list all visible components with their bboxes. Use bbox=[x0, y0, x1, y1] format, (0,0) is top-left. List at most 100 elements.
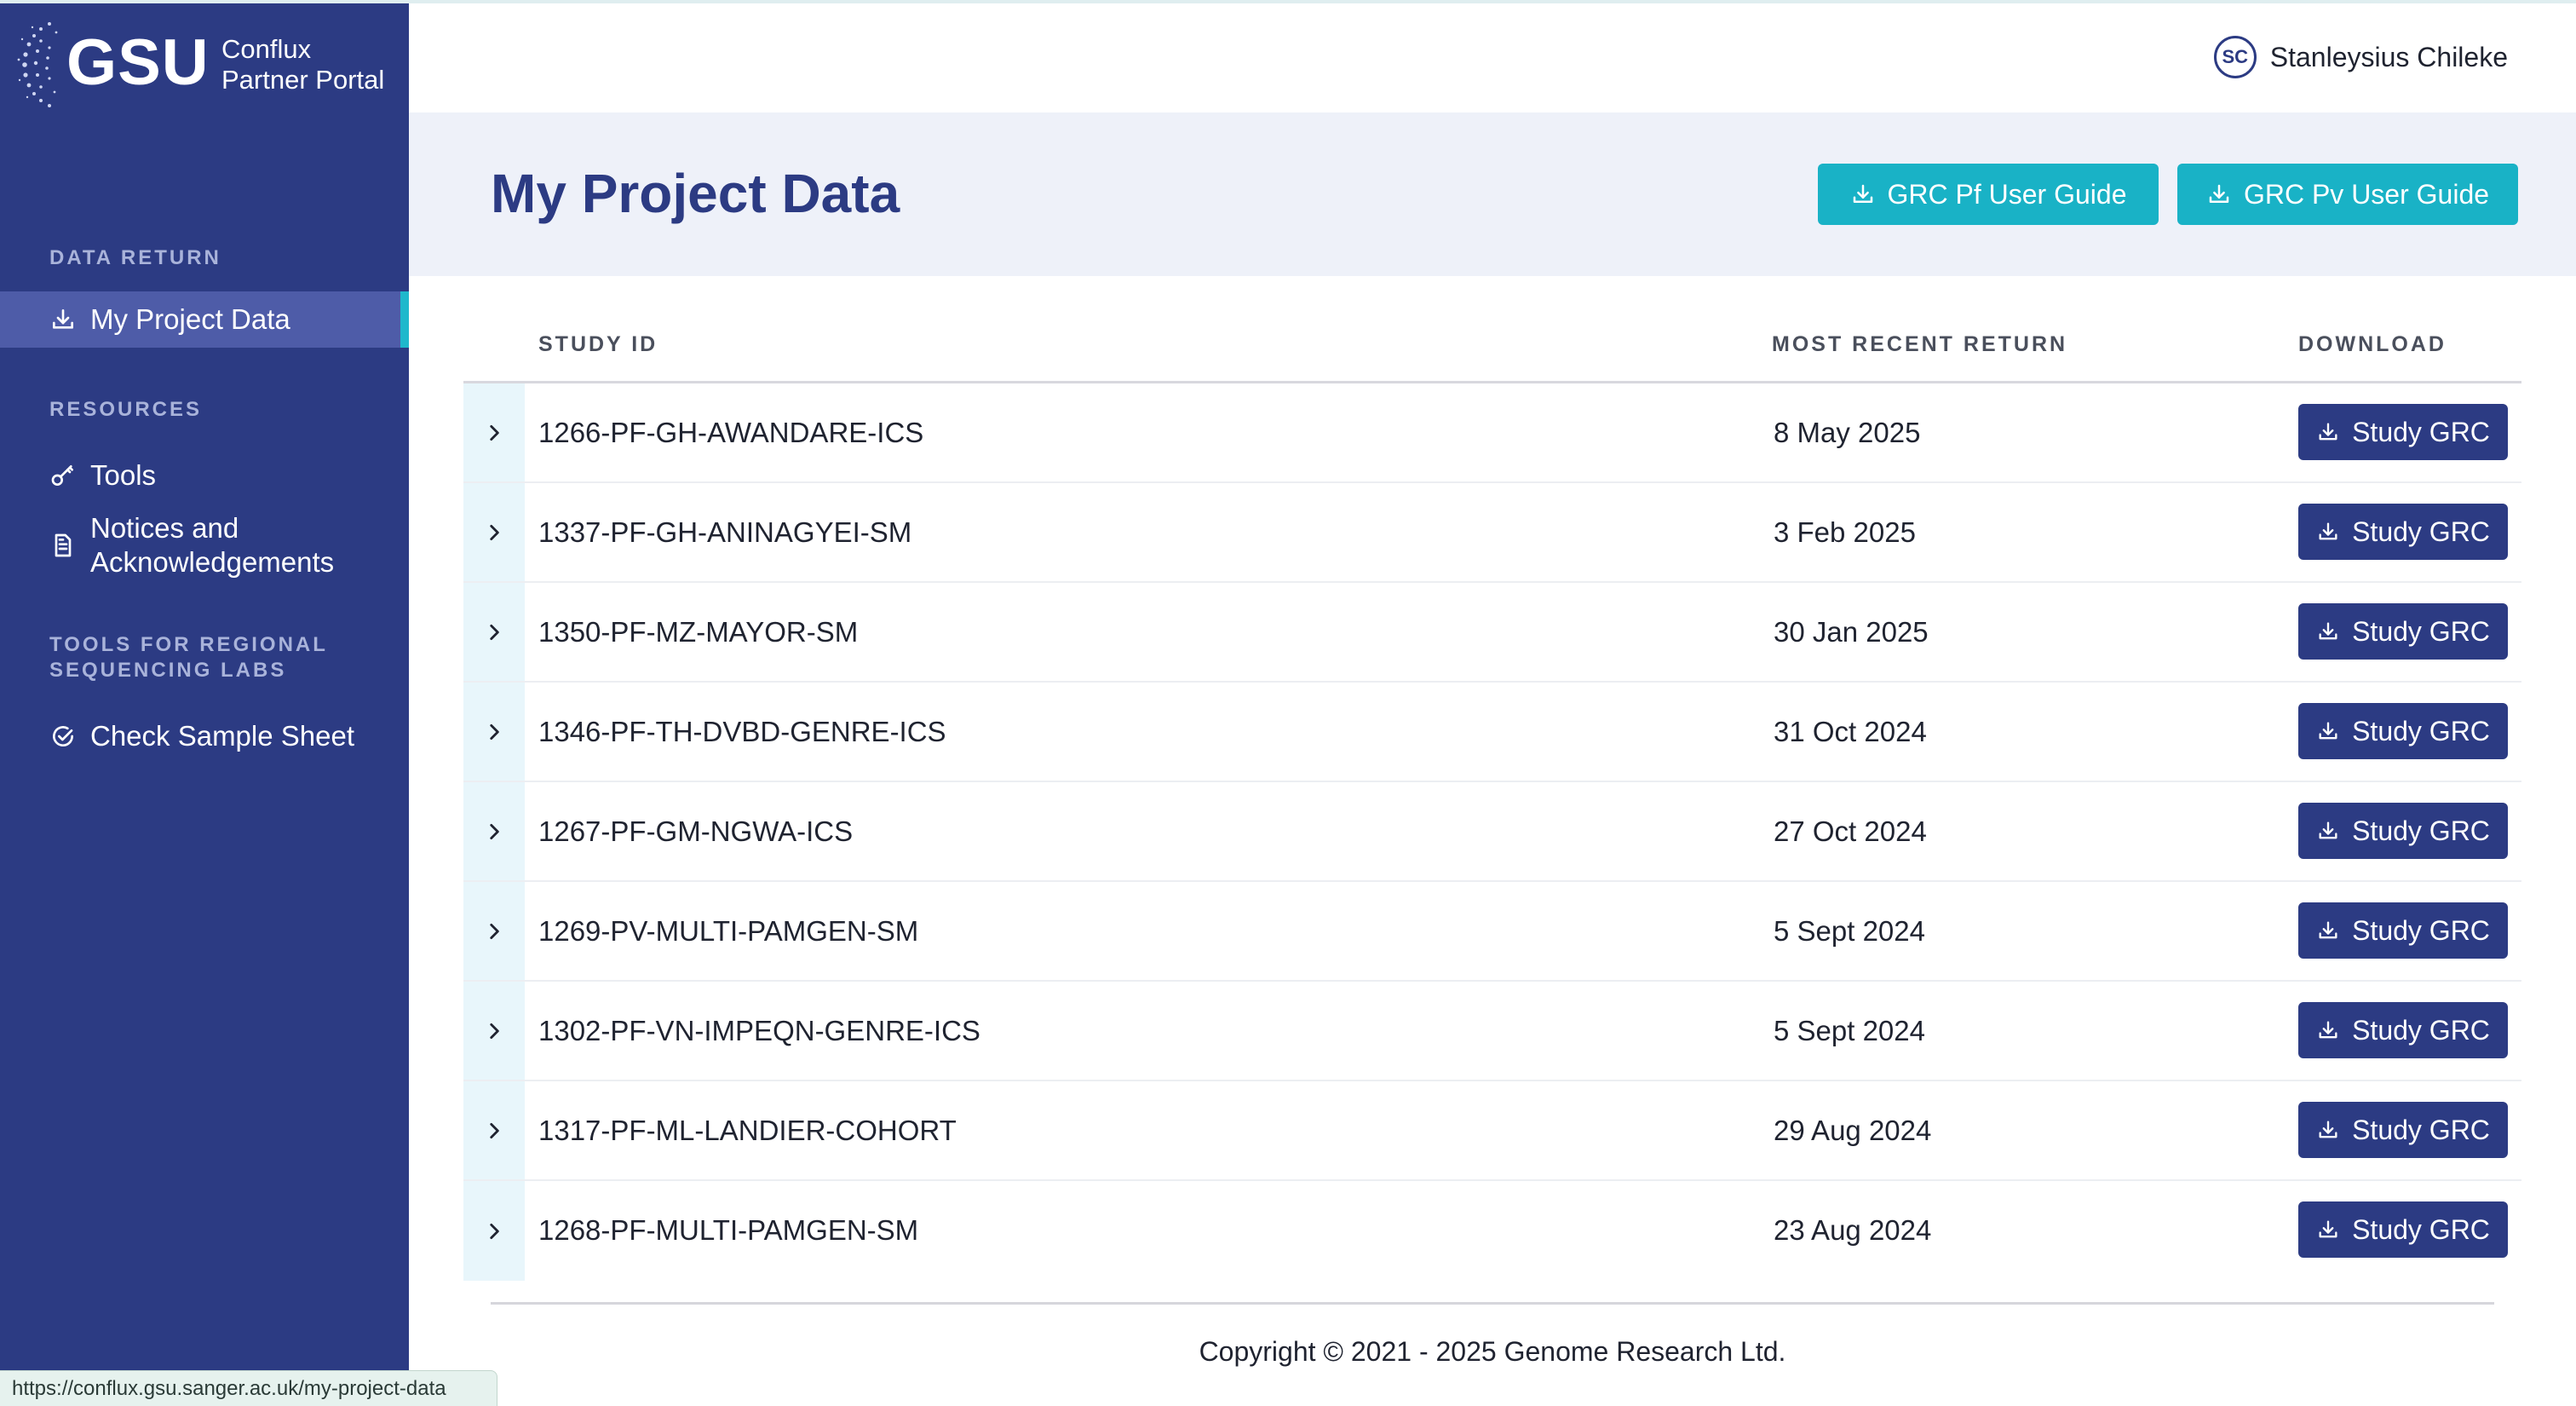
button-label: Study GRC bbox=[2352, 1213, 2490, 1245]
sidebar-item-tools[interactable]: Tools bbox=[0, 452, 409, 499]
study-id-cell: 1337-PF-GH-ANINAGYEI-SM bbox=[538, 516, 912, 548]
sidebar-item-notices[interactable]: Notices and Acknowledgements bbox=[0, 510, 409, 581]
section-data-return: DATA RETURN bbox=[49, 246, 221, 269]
table-row: 1268-PF-MULTI-PAMGEN-SM 23 Aug 2024 Stud… bbox=[463, 1181, 2521, 1281]
logo-subtitle-line2: Partner Portal bbox=[221, 65, 385, 95]
table-row: 1350-PF-MZ-MAYOR-SM 30 Jan 2025 Study GR… bbox=[463, 583, 2521, 683]
recent-return-cell: 3 Feb 2025 bbox=[1774, 516, 1916, 548]
user-menu[interactable]: SC Stanleysius Chileke bbox=[2213, 36, 2508, 78]
chevron-right-icon bbox=[490, 823, 499, 839]
button-label: GRC Pv User Guide bbox=[2243, 178, 2490, 210]
table-row: 1346-PF-TH-DVBD-GENRE-ICS 31 Oct 2024 St… bbox=[463, 683, 2521, 782]
table-row: 1269-PV-MULTI-PAMGEN-SM 5 Sept 2024 Stud… bbox=[463, 882, 2521, 982]
button-label: Study GRC bbox=[2352, 516, 2490, 547]
grc-pv-user-guide-button[interactable]: GRC Pv User Guide bbox=[2177, 164, 2518, 225]
footer: Copyright © 2021 - 2025 Genome Research … bbox=[0, 1336, 2576, 1368]
section-resources: RESOURCES bbox=[49, 398, 203, 421]
chevron-right-icon bbox=[490, 1023, 499, 1039]
study-grc-download-button[interactable]: Study GRC bbox=[2298, 603, 2508, 660]
button-label: Study GRC bbox=[2352, 914, 2490, 946]
grc-pf-user-guide-button[interactable]: GRC Pf User Guide bbox=[1818, 164, 2159, 225]
table-row: 1267-PF-GM-NGWA-ICS 27 Oct 2024 Study GR… bbox=[463, 782, 2521, 882]
top-bar: SC Stanleysius Chileke bbox=[409, 3, 2576, 112]
study-id-cell: 1317-PF-ML-LANDIER-COHORT bbox=[538, 1115, 957, 1146]
recent-return-cell: 27 Oct 2024 bbox=[1774, 815, 1927, 847]
download-icon bbox=[2319, 423, 2337, 441]
expand-row-button[interactable] bbox=[463, 383, 525, 481]
copyright-text: Copyright © 2021 - 2025 Genome Research … bbox=[1199, 1336, 1786, 1367]
study-grc-download-button[interactable]: Study GRC bbox=[2298, 1201, 2508, 1258]
download-icon bbox=[2319, 1121, 2337, 1138]
avatar: SC bbox=[2213, 36, 2257, 78]
section-tools-regional-labs: TOOLS FOR REGIONAL SEQUENCING LABS bbox=[49, 633, 328, 682]
table-row: 1337-PF-GH-ANINAGYEI-SM 3 Feb 2025 Study… bbox=[463, 483, 2521, 583]
expand-row-button[interactable] bbox=[463, 882, 525, 980]
study-id-cell: 1269-PV-MULTI-PAMGEN-SM bbox=[538, 915, 919, 947]
sidebar-item-check-sample-sheet[interactable]: Check Sample Sheet bbox=[0, 712, 409, 760]
study-grc-download-button[interactable]: Study GRC bbox=[2298, 703, 2508, 759]
sidebar-item-my-project-data[interactable]: My Project Data bbox=[0, 291, 409, 348]
sidebar: GSU Conflux Partner Portal DATA RETURN M… bbox=[0, 3, 409, 1406]
expand-row-button[interactable] bbox=[463, 982, 525, 1080]
sidebar-item-label: Notices and Acknowledgements bbox=[90, 512, 335, 578]
download-icon bbox=[2319, 1021, 2337, 1039]
table-row: 1266-PF-GH-AWANDARE-ICS 8 May 2025 Study… bbox=[463, 383, 2521, 483]
download-icon bbox=[2319, 821, 2337, 839]
recent-return-cell: 30 Jan 2025 bbox=[1774, 616, 1929, 648]
project-data-table: STUDY ID MOST RECENT RETURN DOWNLOAD 126… bbox=[463, 315, 2521, 1281]
button-label: Study GRC bbox=[2352, 815, 2490, 846]
table-row: 1317-PF-ML-LANDIER-COHORT 29 Aug 2024 St… bbox=[463, 1081, 2521, 1181]
logo-subtitle-line1: Conflux bbox=[221, 34, 312, 64]
column-header-study-id[interactable]: STUDY ID bbox=[538, 332, 658, 357]
study-grc-download-button[interactable]: Study GRC bbox=[2298, 404, 2508, 460]
chevron-right-icon bbox=[490, 923, 499, 939]
chevron-right-icon bbox=[490, 424, 499, 441]
expand-row-button[interactable] bbox=[463, 1181, 525, 1281]
chevron-right-icon bbox=[490, 624, 499, 640]
logo-wordmark: GSU bbox=[66, 26, 210, 99]
expand-row-button[interactable] bbox=[463, 683, 525, 781]
expand-row-button[interactable] bbox=[463, 1081, 525, 1179]
column-header-most-recent-return[interactable]: MOST RECENT RETURN bbox=[1772, 332, 2067, 357]
gsu-logo[interactable]: GSU Conflux Partner Portal bbox=[15, 15, 407, 111]
study-id-cell: 1267-PF-GM-NGWA-ICS bbox=[538, 815, 854, 847]
download-icon bbox=[2319, 1220, 2337, 1238]
download-icon bbox=[1853, 184, 1872, 203]
study-grc-download-button[interactable]: Study GRC bbox=[2298, 1002, 2508, 1058]
check-circle-icon bbox=[53, 726, 74, 747]
chevron-right-icon bbox=[490, 1122, 499, 1138]
study-id-cell: 1346-PF-TH-DVBD-GENRE-ICS bbox=[538, 716, 946, 747]
study-grc-download-button[interactable]: Study GRC bbox=[2298, 902, 2508, 959]
study-id-cell: 1302-PF-VN-IMPEQN-GENRE-ICS bbox=[538, 1015, 980, 1046]
study-grc-download-button[interactable]: Study GRC bbox=[2298, 803, 2508, 859]
download-icon bbox=[2319, 921, 2337, 939]
chevron-right-icon bbox=[490, 723, 499, 740]
page-title: My Project Data bbox=[491, 163, 900, 224]
study-grc-download-button[interactable]: Study GRC bbox=[2298, 504, 2508, 560]
expand-row-button[interactable] bbox=[463, 782, 525, 880]
study-grc-download-button[interactable]: Study GRC bbox=[2298, 1102, 2508, 1158]
expand-row-button[interactable] bbox=[463, 583, 525, 681]
recent-return-cell: 23 Aug 2024 bbox=[1774, 1214, 1932, 1246]
page-header: My Project Data GRC Pf User Guide GRC Pv… bbox=[409, 112, 2576, 276]
expand-row-button[interactable] bbox=[463, 483, 525, 581]
table-body: 1266-PF-GH-AWANDARE-ICS 8 May 2025 Study… bbox=[463, 383, 2521, 1281]
recent-return-cell: 5 Sept 2024 bbox=[1774, 915, 1925, 947]
download-icon bbox=[2319, 622, 2337, 640]
button-label: Study GRC bbox=[2352, 416, 2490, 447]
column-header-download: DOWNLOAD bbox=[2298, 332, 2447, 356]
button-label: Study GRC bbox=[2352, 1014, 2490, 1046]
download-icon bbox=[2319, 722, 2337, 740]
recent-return-cell: 5 Sept 2024 bbox=[1774, 1015, 1925, 1046]
study-id-cell: 1266-PF-GH-AWANDARE-ICS bbox=[538, 417, 924, 448]
recent-return-cell: 31 Oct 2024 bbox=[1774, 716, 1927, 747]
button-label: Study GRC bbox=[2352, 715, 2490, 746]
button-label: Study GRC bbox=[2352, 615, 2490, 647]
download-icon bbox=[2319, 522, 2337, 540]
chevron-right-icon bbox=[490, 524, 499, 540]
status-bar-url: https://conflux.gsu.sanger.ac.uk/my-proj… bbox=[0, 1370, 497, 1406]
sidebar-item-label: Check Sample Sheet bbox=[90, 720, 355, 752]
recent-return-cell: 8 May 2025 bbox=[1774, 417, 1921, 448]
download-icon bbox=[53, 309, 73, 329]
user-name: Stanleysius Chileke bbox=[2269, 41, 2508, 72]
